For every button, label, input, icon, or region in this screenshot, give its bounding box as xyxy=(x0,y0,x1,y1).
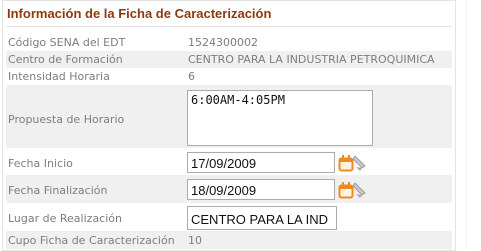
centro-value: CENTRO PARA LA INDUSTRIA PETROQUIMICA xyxy=(188,53,435,66)
fecha-fin-input[interactable]: 18/09/2009 xyxy=(187,179,335,200)
intensidad-label: Intensidad Horaria xyxy=(8,70,110,83)
title-divider xyxy=(6,26,452,27)
propuesta-label: Propuesta de Horario xyxy=(8,113,125,126)
codigo-value: 1524300002 xyxy=(188,36,258,49)
right-edge xyxy=(466,0,467,250)
horario-text: 6:00AM-4:05PM xyxy=(191,93,285,107)
row-fecha-inicio: Fecha Inicio 17/09/2009 xyxy=(6,149,452,175)
calendar-icon[interactable] xyxy=(338,179,368,199)
cupo-label: Cupo Ficha de Caracterización xyxy=(8,234,175,247)
fecha-inicio-label: Fecha Inicio xyxy=(8,157,73,170)
centro-label: Centro de Formación xyxy=(8,53,123,66)
row-centro: Centro de Formación CENTRO PARA LA INDUS… xyxy=(6,51,452,68)
horario-textarea[interactable]: 6:00AM-4:05PM xyxy=(187,90,373,146)
row-cupo: Cupo Ficha de Caracterización 10 xyxy=(6,231,452,249)
row-intensidad: Intensidad Horaria 6 xyxy=(6,68,452,85)
fecha-fin-label: Fecha Finalización xyxy=(8,184,108,197)
fecha-inicio-input[interactable]: 17/09/2009 xyxy=(187,152,335,173)
row-propuesta: Propuesta de Horario 6:00AM-4:05PM xyxy=(6,85,452,148)
lugar-input[interactable]: CENTRO PARA LA IND xyxy=(187,206,337,230)
row-fecha-fin: Fecha Finalización 18/09/2009 xyxy=(6,175,452,203)
ficha-panel: Información de la Ficha de Caracterizaci… xyxy=(2,0,456,251)
lugar-label: Lugar de Realización xyxy=(8,212,122,225)
codigo-label: Código SENA del EDT xyxy=(8,36,126,49)
cupo-value: 10 xyxy=(188,234,202,247)
row-lugar: Lugar de Realización CENTRO PARA LA IND xyxy=(6,203,452,231)
section-title: Información de la Ficha de Caracterizaci… xyxy=(7,6,272,21)
calendar-icon[interactable] xyxy=(338,152,368,172)
intensidad-value: 6 xyxy=(188,70,195,83)
row-codigo: Código SENA del EDT 1524300002 xyxy=(6,34,452,51)
